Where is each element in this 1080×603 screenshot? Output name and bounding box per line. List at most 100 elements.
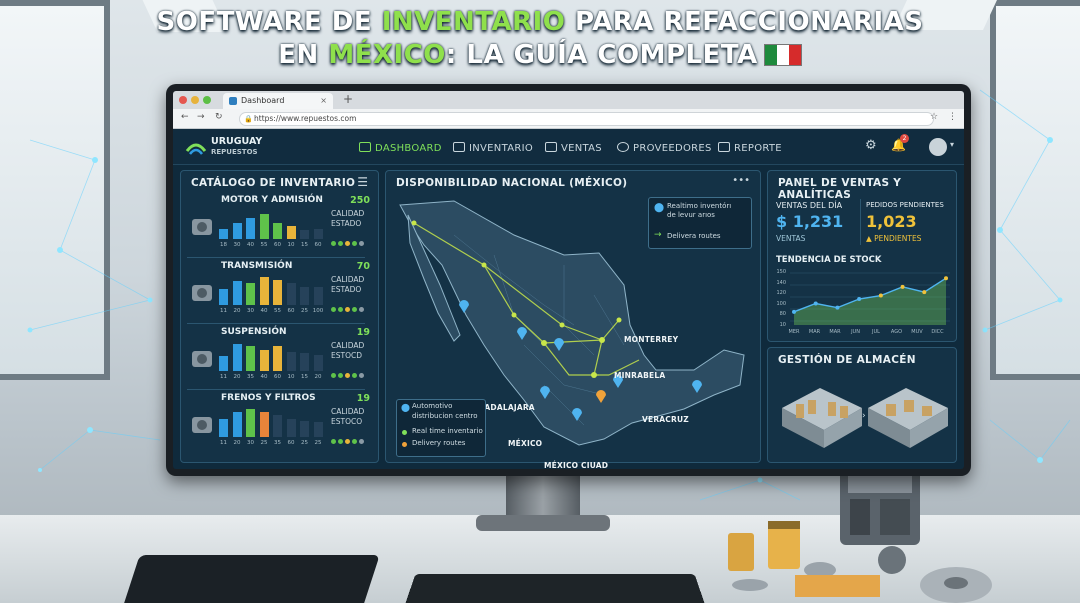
nav-ventas[interactable]: VENTAS [545, 142, 602, 154]
tick-label: 60 [287, 308, 295, 314]
tick-label: 15 [301, 242, 308, 248]
browser-tab[interactable]: Dashboard × [223, 93, 333, 109]
trend-point [922, 290, 927, 295]
category-bar [259, 213, 269, 239]
status-label: ESTADO [331, 219, 362, 228]
reload-icon[interactable]: ↻ [215, 112, 223, 122]
nav-reporte[interactable]: REPORTE [718, 142, 782, 154]
avatar[interactable] [929, 138, 947, 156]
chevron-down-icon[interactable]: ▾ [950, 140, 954, 149]
users-icon [617, 142, 629, 152]
category-name: FRENOS Y FILTROS [221, 393, 316, 403]
nav-dashboard[interactable]: DASHBOARD [359, 142, 442, 154]
sales-analytics-panel: PANEL DE VENTAS Y ANALÍTICAS VENTAS DEL … [767, 170, 957, 342]
status-dot [359, 439, 364, 444]
warehouse-panel: GESTIÓN DE ALMACÉN › [767, 347, 957, 463]
x-tick-label: MAR [808, 329, 821, 335]
legend-top-line3: Delivera routes [667, 232, 721, 240]
status-dot [359, 307, 364, 312]
warehouse-title: GESTIÓN DE ALMACÉN [778, 354, 916, 366]
map-title: DISPONIBILIDAD NACIONAL (MÉXICO) [396, 177, 628, 189]
nav-inventario[interactable]: INVENTARIO [453, 142, 533, 154]
row-separator [187, 323, 365, 324]
tick-label: 25 [314, 440, 322, 446]
status-dot [345, 373, 350, 378]
x-tick-label: MER [788, 329, 800, 335]
category-bar [313, 422, 323, 437]
tick-label: 40 [260, 374, 268, 380]
legend-bottom-text: Automotivo distribucion centro [412, 402, 478, 421]
status-dots [331, 297, 366, 316]
status-dot [352, 373, 357, 378]
star-icon[interactable]: ☆ [930, 112, 938, 122]
keyboard [404, 574, 706, 603]
tick-label: 20 [233, 440, 241, 446]
tick-label: 25 [301, 440, 308, 446]
category-bar [232, 281, 242, 305]
more-options-icon[interactable]: ••• [732, 175, 750, 186]
y-tick-label: 10 [779, 321, 786, 328]
favicon-icon [229, 97, 237, 105]
browser-menu-icon[interactable]: ⋮ [948, 112, 957, 122]
legend-bottom-line1: Automotivo [412, 402, 453, 410]
new-tab-icon[interactable]: + [343, 92, 353, 106]
category-name: TRANSMISIÓN [221, 261, 293, 271]
window-close-icon[interactable] [179, 96, 187, 104]
part-icon-svg [192, 351, 212, 367]
row-separator [187, 389, 365, 390]
nav-dashboard-label: DASHBOARD [375, 143, 442, 154]
settings-gear-icon[interactable]: ⚙ [865, 138, 877, 153]
category-bar [286, 419, 296, 437]
category-bar [286, 225, 296, 239]
headline-line1-pre: SOFTWARE DE [156, 7, 382, 37]
tick-label: 25 [301, 308, 308, 314]
category-bar [273, 414, 282, 437]
part-icon [189, 413, 215, 437]
y-tick-label: 150 [776, 269, 786, 275]
nav-ventas-label: VENTAS [561, 143, 602, 154]
status-dot [359, 373, 364, 378]
pending-label: PEDIDOS PENDIENTES [866, 201, 944, 209]
y-tick-label: 100 [776, 300, 786, 307]
trend-title: TENDENCIA DE STOCK [776, 255, 882, 265]
forward-arrow-icon[interactable]: → [197, 112, 205, 122]
trend-point [835, 305, 840, 310]
nav-inventario-label: INVENTARIO [469, 143, 534, 154]
sales-label: VENTAS DEL DÍA [776, 201, 843, 210]
trend-point [857, 297, 862, 301]
list-menu-icon[interactable]: ☰ [357, 175, 368, 189]
category-bar [219, 356, 228, 371]
nav-proveedores[interactable]: PROVEEDORES [617, 142, 712, 154]
orange-dot-icon [402, 442, 407, 447]
browser-tabbar: Dashboard × + [173, 91, 964, 109]
monitor: Dashboard × + ← → ↻ 🔒 https://www.repues… [166, 84, 971, 476]
window-minimize-icon[interactable] [191, 96, 199, 104]
category-bar-chart [219, 275, 329, 305]
mexico-flag-icon [763, 44, 802, 66]
category-bar [259, 276, 269, 305]
address-bar[interactable]: 🔒 https://www.repuestos.com [239, 112, 934, 126]
tab-close-icon[interactable]: × [320, 93, 327, 109]
x-tick-label: DICC [931, 329, 944, 335]
x-tick-label: MUV [911, 329, 923, 335]
category-bar [232, 411, 242, 437]
category-bar [300, 287, 309, 305]
headline-line1-highlight: INVENTARIO [381, 7, 566, 37]
app-header: URUGUAY REPUESTOS DASHBOARD INVENTARIO V… [173, 129, 964, 165]
category-bar [246, 282, 255, 305]
back-arrow-icon[interactable]: ← [181, 112, 189, 122]
city-label: MÉXICO CIUAD [544, 461, 609, 469]
auto-parts-illustration [728, 465, 992, 603]
window-maximize-icon[interactable] [203, 96, 211, 104]
category-count: 70 [356, 261, 370, 272]
status-dot [352, 241, 357, 246]
box-icon [453, 142, 465, 152]
category-bar [246, 218, 255, 239]
tick-label: 60 [274, 374, 281, 380]
cart-icon [545, 142, 557, 152]
category-bar [232, 344, 242, 371]
national-availability-panel: DISPONIBILIDAD NACIONAL (MÉXICO) ••• MON… [385, 170, 761, 469]
tick-label: 20 [314, 374, 322, 380]
green-dot-icon [402, 430, 407, 435]
brand-line2: REPUESTOS [211, 148, 258, 156]
